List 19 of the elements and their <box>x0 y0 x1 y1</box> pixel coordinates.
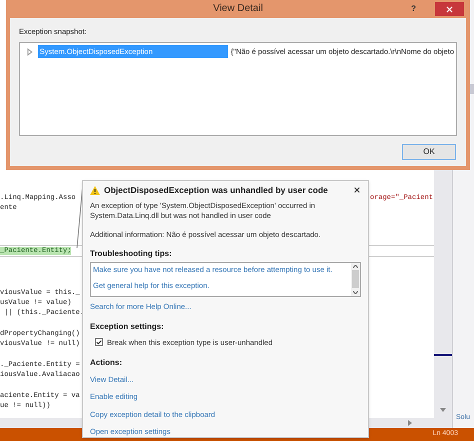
break-checkbox[interactable] <box>95 338 103 346</box>
popup-title: ObjectDisposedException was unhandled by user code <box>104 184 329 197</box>
close-icon[interactable] <box>353 186 361 194</box>
scroll-right-icon[interactable] <box>408 420 412 426</box>
overview-marker <box>434 354 452 356</box>
scroll-down-icon[interactable] <box>440 408 446 412</box>
tips-scrollbar[interactable] <box>351 263 360 296</box>
section-heading: Troubleshooting tips: <box>90 248 173 260</box>
scroll-down-icon[interactable] <box>353 290 358 294</box>
section-heading: Actions: <box>90 357 123 369</box>
warning-icon <box>90 186 100 195</box>
section-heading: Exception settings: <box>90 320 165 333</box>
help-button[interactable]: ? <box>411 2 416 15</box>
close-button[interactable] <box>435 2 464 16</box>
close-icon <box>445 4 454 14</box>
ok-button[interactable]: OK <box>402 144 456 160</box>
expand-arrow-icon[interactable] <box>26 48 34 56</box>
scroll-up-icon[interactable] <box>353 265 358 268</box>
window-title: View Detail <box>213 2 263 16</box>
